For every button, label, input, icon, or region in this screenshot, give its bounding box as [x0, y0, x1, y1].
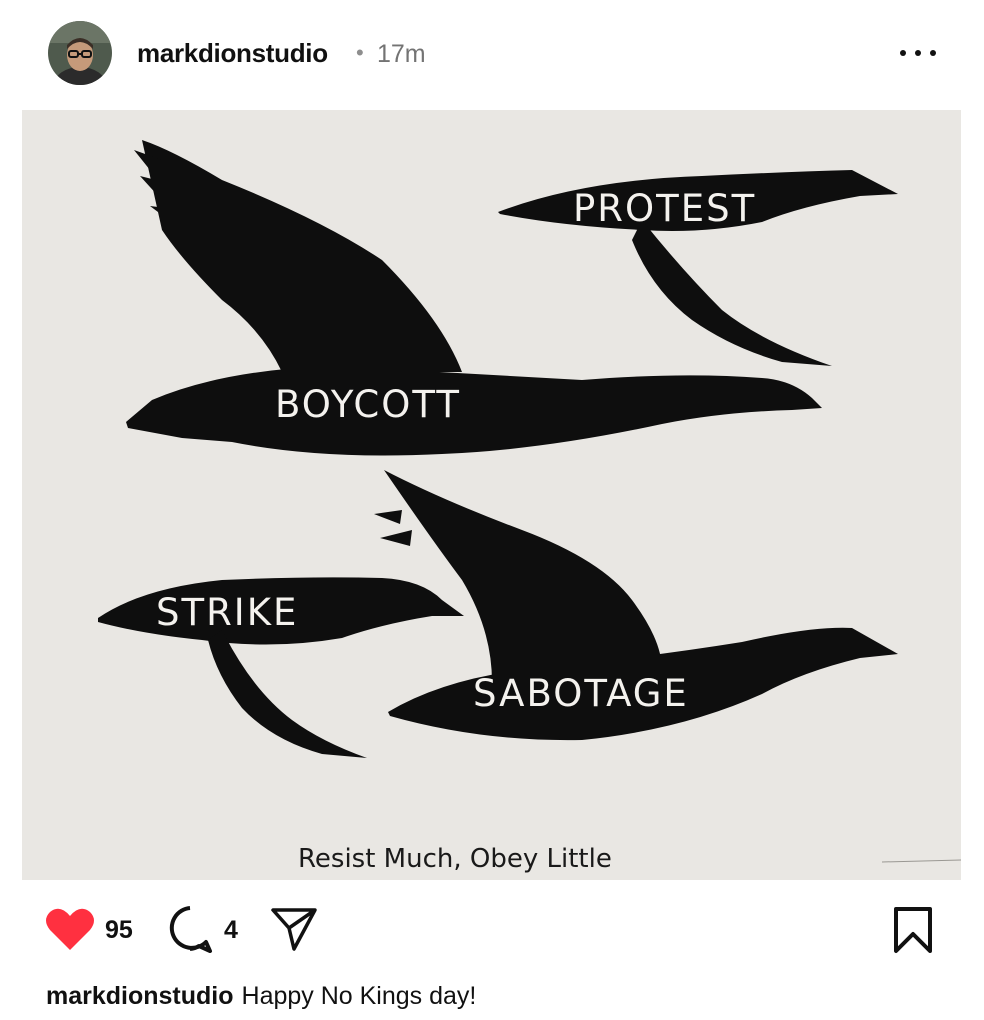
username[interactable]: markdionstudio [137, 38, 328, 69]
artwork-inscription: Resist Much, Obey Little [298, 844, 612, 874]
comment-icon[interactable] [165, 904, 215, 954]
more-options-icon[interactable] [896, 36, 940, 70]
bookmark-icon[interactable] [892, 906, 934, 954]
label-strike: STRIKE [156, 591, 298, 634]
post-caption: markdionstudio Happy No Kings day! [46, 982, 476, 1011]
label-sabotage: SABOTAGE [473, 672, 689, 715]
heart-icon[interactable] [44, 906, 96, 952]
avatar[interactable] [48, 21, 112, 85]
label-boycott: BOYCOTT [275, 383, 461, 426]
comment-count[interactable]: 4 [224, 916, 238, 945]
like-count[interactable]: 95 [105, 916, 133, 945]
label-protest: PROTEST [573, 187, 756, 230]
post-actions: 95 4 [0, 890, 984, 970]
post-time: 17m [377, 40, 426, 68]
caption-text: Happy No Kings day! [241, 982, 477, 1010]
post-image[interactable]: BOYCOTT PROTEST STRIKE SABOTAGE Resist M… [22, 110, 962, 880]
separator-dot: • [356, 40, 364, 65]
post-header: markdionstudio • 17m [0, 0, 984, 108]
caption-username[interactable]: markdionstudio [46, 982, 234, 1010]
paper-plane-icon[interactable] [270, 906, 318, 952]
